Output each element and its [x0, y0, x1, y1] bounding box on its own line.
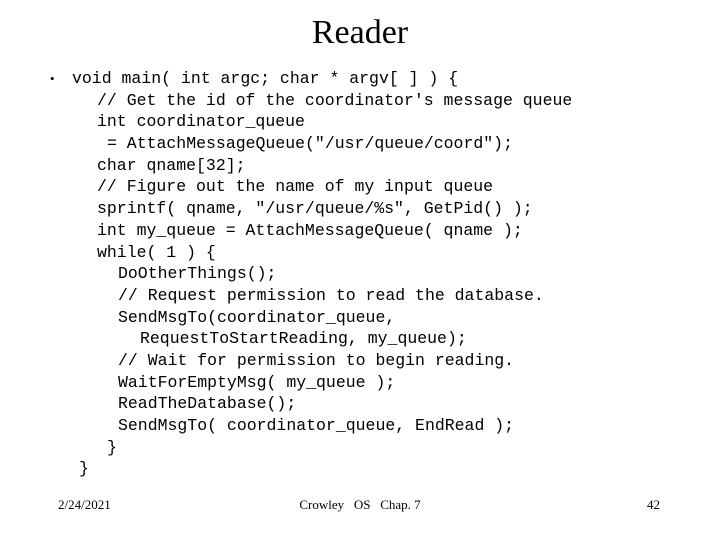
- code-line: // Get the id of the coordinator's messa…: [50, 90, 700, 112]
- code-block: • void main( int argc; char * argv[ ] ) {…: [50, 68, 700, 480]
- code-line-text: RequestToStartReading, my_queue);: [140, 329, 467, 349]
- code-line: // Figure out the name of my input queue: [50, 176, 700, 198]
- page-title: Reader: [311, 14, 409, 51]
- footer-course-label: Crowley OS Chap. 7: [299, 497, 421, 512]
- code-line: while( 1 ) {: [50, 242, 700, 264]
- code-line-text: // Request permission to read the databa…: [118, 285, 544, 305]
- code-line: sprintf( qname, "/usr/queue/%s", GetPid(…: [50, 198, 700, 220]
- code-line-text: // Get the id of the coordinator's messa…: [97, 90, 573, 110]
- code-line: // Wait for permission to begin reading.: [50, 350, 700, 372]
- code-line: SendMsgTo( coordinator_queue, EndRead );: [50, 415, 700, 437]
- code-line-text: int my_queue = AttachMessageQueue( qname…: [97, 220, 523, 240]
- code-line: int my_queue = AttachMessageQueue( qname…: [50, 220, 700, 242]
- bullet-icon: •: [50, 71, 55, 86]
- code-line: DoOtherThings();: [50, 263, 700, 285]
- code-line: }: [50, 437, 700, 459]
- code-line-text: // Figure out the name of my input queue: [97, 177, 494, 197]
- code-line-text: DoOtherThings();: [118, 264, 277, 284]
- code-line-text: // Wait for permission to begin reading.: [118, 350, 515, 370]
- code-line: ReadTheDatabase();: [50, 393, 700, 415]
- code-line-text: ReadTheDatabase();: [118, 394, 297, 414]
- code-line: }: [50, 458, 700, 480]
- code-line-text: while( 1 ) {: [97, 242, 216, 262]
- code-line: char qname[32];: [50, 155, 700, 177]
- code-line-text: }: [107, 437, 117, 457]
- code-line: • void main( int argc; char * argv[ ] ) {: [50, 68, 700, 90]
- code-line: // Request permission to read the databa…: [50, 285, 700, 307]
- code-line: WaitForEmptyMsg( my_queue );: [50, 372, 700, 394]
- code-line: = AttachMessageQueue("/usr/queue/coord")…: [50, 133, 700, 155]
- code-line: int coordinator_queue: [50, 111, 700, 133]
- code-line-text: char qname[32];: [97, 155, 246, 175]
- code-line-text: void main( int argc; char * argv[ ] ) {: [72, 69, 459, 89]
- footer-page-number: 42: [647, 497, 660, 512]
- code-line: RequestToStartReading, my_queue);: [50, 328, 700, 350]
- code-line-text: = AttachMessageQueue("/usr/queue/coord")…: [107, 134, 513, 154]
- slide-footer: 2/24/2021 Crowley OS Chap. 7 42: [0, 495, 720, 519]
- code-line-text: SendMsgTo(coordinator_queue,: [118, 307, 396, 327]
- code-line-text: SendMsgTo( coordinator_queue, EndRead );: [118, 416, 515, 435]
- code-line-text: int coordinator_queue: [97, 112, 305, 132]
- code-line-text: WaitForEmptyMsg( my_queue );: [118, 372, 396, 392]
- code-line: SendMsgTo(coordinator_queue,: [50, 307, 700, 329]
- code-line-text: }: [79, 459, 89, 479]
- slide-canvas: Reader • void main( int argc; char * argv…: [0, 0, 720, 540]
- code-line-text: sprintf( qname, "/usr/queue/%s", GetPid(…: [97, 199, 533, 219]
